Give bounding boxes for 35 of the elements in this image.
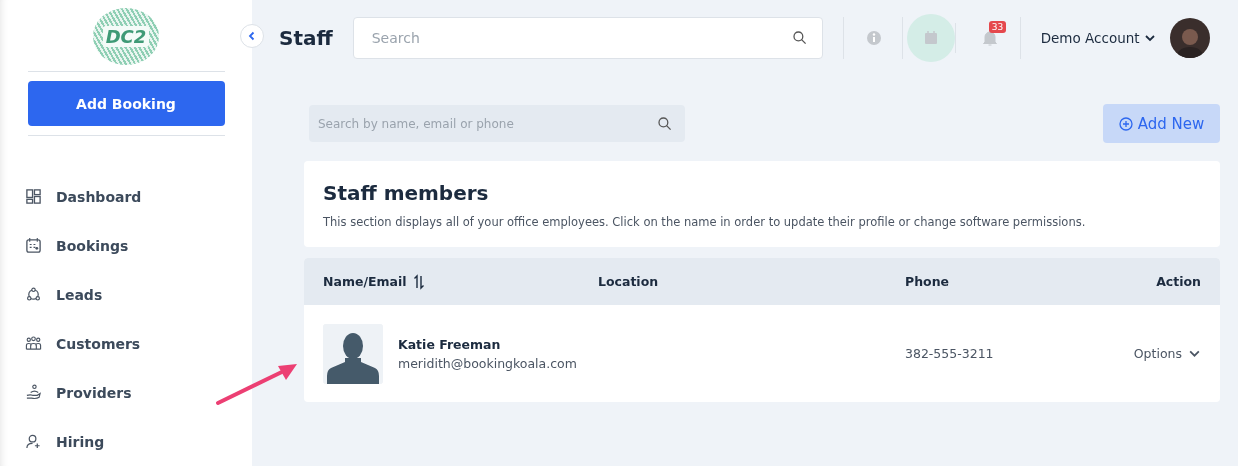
section-title: Staff members (323, 181, 490, 205)
chevron-left-icon (247, 31, 257, 41)
sidebar-item[interactable]: Hiring (25, 417, 252, 466)
account-menu[interactable]: Demo Account (1034, 28, 1162, 47)
nav-icon (25, 433, 42, 450)
sort-icon[interactable] (412, 273, 425, 290)
nav-icon (25, 237, 42, 254)
avatar[interactable] (1169, 17, 1210, 58)
section-description: This section displays all of your office employees. Click on the name in order to update their profile or change software permissions. (323, 215, 1087, 229)
nav-icon (25, 188, 42, 205)
collapse-button[interactable] (240, 24, 264, 48)
add-new-button[interactable]: Add New (1103, 104, 1220, 143)
options-dropdown[interactable]: Options (1133, 346, 1201, 361)
nav-icon (25, 335, 42, 352)
column-header: Location (598, 274, 660, 289)
column-header: Phone (905, 274, 951, 289)
staff-name[interactable]: Katie Freeman (398, 336, 577, 352)
nav-icon (25, 384, 42, 401)
logo: DC2 (93, 8, 159, 66)
notification-badge: 33 (988, 20, 1007, 33)
column-header[interactable]: Name/Email (323, 274, 407, 289)
page-title: Staff (279, 25, 333, 50)
column-header: Action (1156, 274, 1201, 289)
sidebar-item[interactable]: Providers (25, 368, 252, 417)
search-icon[interactable] (657, 115, 673, 132)
add-booking-button[interactable]: Add Booking (27, 81, 225, 126)
plus-circle-icon (1118, 116, 1133, 131)
sidebar-item[interactable]: Bookings (25, 221, 252, 270)
sidebar-item[interactable]: Customers (25, 319, 252, 368)
table-cell-text: 382-555-3211 (905, 346, 995, 361)
search-icon[interactable] (791, 29, 808, 46)
staff-email: meridith@bookingkoala.com (398, 355, 577, 371)
sidebar-item[interactable]: Dashboard (25, 172, 252, 221)
nav-icon (25, 286, 42, 303)
sidebar-item[interactable]: Leads (25, 270, 252, 319)
